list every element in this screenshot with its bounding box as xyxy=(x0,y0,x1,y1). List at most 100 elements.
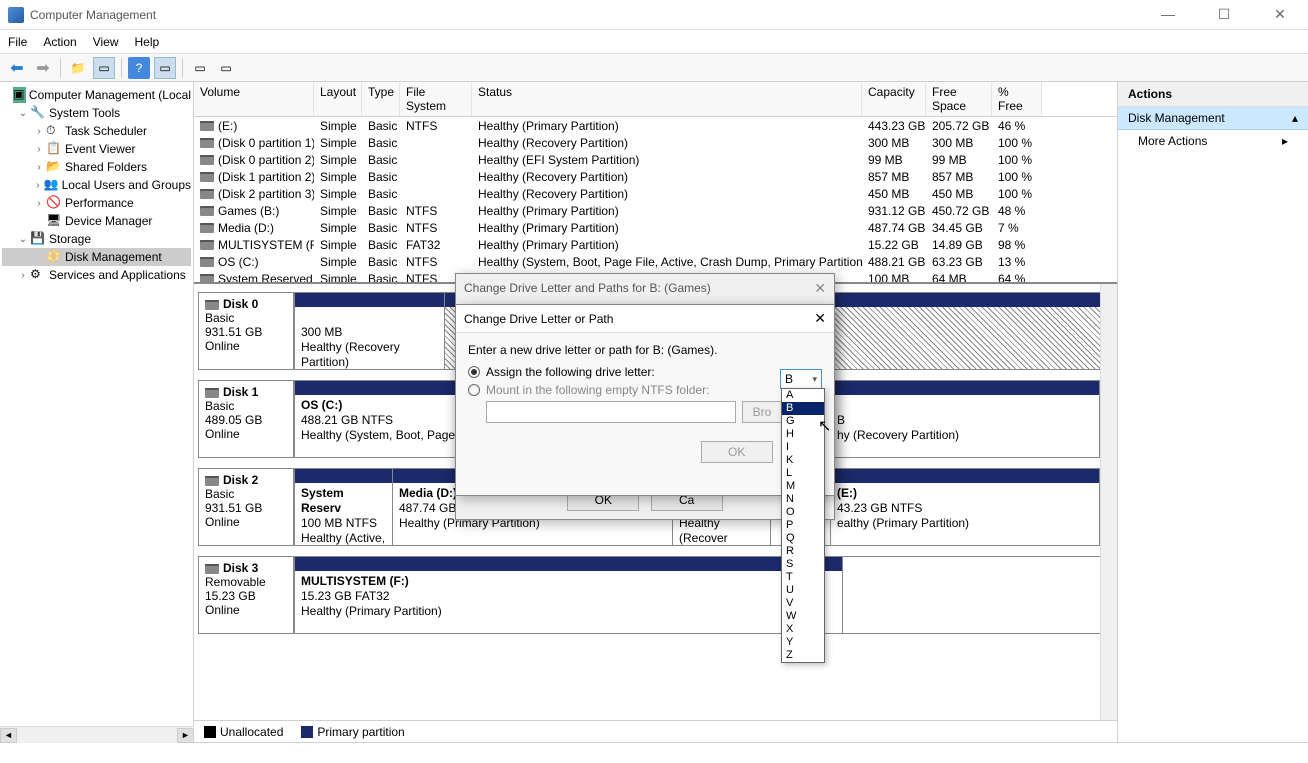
disk-bar[interactable]: MULTISYSTEM (F:)15.23 GB FAT32Healthy (P… xyxy=(294,556,1101,634)
dialog1-title: Change Drive Letter and Paths for B: (Ga… xyxy=(456,274,834,302)
actions-more[interactable]: More Actions▸ xyxy=(1118,130,1308,152)
col-status[interactable]: Status xyxy=(472,82,862,116)
actions-disk-management[interactable]: Disk Management▴ xyxy=(1118,107,1308,130)
disk-segment[interactable]: 300 MBHealthy (Recovery Partition) xyxy=(295,293,445,369)
drive-letter-combo[interactable]: B ▾ xyxy=(780,369,822,389)
up-button[interactable]: 📁 xyxy=(67,57,89,79)
toolbar-icon-3[interactable]: ▭ xyxy=(189,57,211,79)
tree-task-scheduler[interactable]: ›⏱Task Scheduler xyxy=(2,122,191,140)
volume-row[interactable]: (Disk 2 partition 3)SimpleBasicHealthy (… xyxy=(194,185,1117,202)
col-capacity[interactable]: Capacity xyxy=(862,82,926,116)
drive-letter-option[interactable]: U xyxy=(782,584,824,597)
volume-row[interactable]: Media (D:)SimpleBasicNTFSHealthy (Primar… xyxy=(194,219,1117,236)
disk-segment[interactable]: (E:)43.23 GB NTFSealthy (Primary Partiti… xyxy=(830,469,1100,545)
col-layout[interactable]: Layout xyxy=(314,82,362,116)
tree-device-manager[interactable]: 🖥Device Manager xyxy=(2,212,191,230)
volume-row[interactable]: OS (C:)SimpleBasicNTFSHealthy (System, B… xyxy=(194,253,1117,270)
drive-letter-option[interactable]: Q xyxy=(782,532,824,545)
menu-view[interactable]: View xyxy=(93,35,119,49)
drive-letter-option[interactable]: V xyxy=(782,597,824,610)
col-freespace[interactable]: Free Space xyxy=(926,82,992,116)
browse-button[interactable]: Bro xyxy=(742,401,782,423)
drive-letter-option[interactable]: M xyxy=(782,480,824,493)
statusbar xyxy=(0,742,1308,762)
radio-mount-icon[interactable] xyxy=(468,384,480,396)
toolbar-icon-2[interactable]: ▭ xyxy=(154,57,176,79)
col-pctfree[interactable]: % Free xyxy=(992,82,1042,116)
tree-disk-management[interactable]: 📀Disk Management xyxy=(2,248,191,266)
back-button[interactable]: ⬅ xyxy=(6,57,28,79)
volume-table[interactable]: Volume Layout Type File System Status Ca… xyxy=(194,82,1117,282)
disk-segment[interactable]: Bhy (Recovery Partition) xyxy=(830,381,1100,457)
drive-letter-option[interactable]: Y xyxy=(782,636,824,649)
menu-help[interactable]: Help xyxy=(135,35,160,49)
drive-letter-option[interactable]: T xyxy=(782,571,824,584)
dialog2-close-icon[interactable]: ✕ xyxy=(814,310,826,327)
disk-label[interactable]: Disk 2Basic931.51 GBOnline xyxy=(198,468,294,546)
tree-shared-folders[interactable]: ›📂Shared Folders xyxy=(2,158,191,176)
tree-system-tools[interactable]: ⌄🔧System Tools xyxy=(2,104,191,122)
dialog2-title[interactable]: Change Drive Letter or Path ✕ xyxy=(456,305,834,333)
volume-row[interactable]: (Disk 0 partition 1)SimpleBasicHealthy (… xyxy=(194,134,1117,151)
radio-mount-folder[interactable]: Mount in the following empty NTFS folder… xyxy=(468,383,822,397)
forward-button[interactable]: ➡ xyxy=(32,57,54,79)
drive-letter-dropdown[interactable]: ABGHIKLMNOPQRSTUVWXYZ xyxy=(781,388,825,663)
tree-event-viewer[interactable]: ›📋Event Viewer xyxy=(2,140,191,158)
drive-letter-option[interactable]: H xyxy=(782,428,824,441)
col-filesystem[interactable]: File System xyxy=(400,82,472,116)
drive-letter-option[interactable]: B xyxy=(782,402,824,415)
disk-label[interactable]: Disk 0Basic931.51 GBOnline xyxy=(198,292,294,370)
scroll-right-button[interactable]: ► xyxy=(177,728,194,743)
col-type[interactable]: Type xyxy=(362,82,400,116)
col-volume[interactable]: Volume xyxy=(194,82,314,116)
drive-letter-option[interactable]: N xyxy=(782,493,824,506)
vertical-scrollbar[interactable] xyxy=(1100,284,1117,720)
disk-row[interactable]: Disk 3Removable15.23 GBOnlineMULTISYSTEM… xyxy=(198,556,1101,634)
disk-segment[interactable]: System Reserv100 MB NTFSHealthy (Active, xyxy=(295,469,393,545)
dialog2-ok-button[interactable]: OK xyxy=(701,441,773,463)
tree-hscroll[interactable]: ◄ ► xyxy=(0,726,194,743)
nav-tree[interactable]: ▣Computer Management (Local ⌄🔧System Too… xyxy=(0,82,194,742)
radio-assign-letter[interactable]: Assign the following drive letter: xyxy=(468,365,822,379)
drive-letter-option[interactable]: O xyxy=(782,506,824,519)
drive-letter-option[interactable]: X xyxy=(782,623,824,636)
disk-label[interactable]: Disk 3Removable15.23 GBOnline xyxy=(198,556,294,634)
drive-letter-option[interactable]: Z xyxy=(782,649,824,662)
tree-root[interactable]: ▣Computer Management (Local xyxy=(2,86,191,104)
scroll-left-button[interactable]: ◄ xyxy=(0,728,17,743)
drive-letter-option[interactable]: S xyxy=(782,558,824,571)
drive-letter-option[interactable]: I xyxy=(782,441,824,454)
volume-row[interactable]: (E:)SimpleBasicNTFSHealthy (Primary Part… xyxy=(194,117,1117,134)
radio-assign-icon[interactable] xyxy=(468,366,480,378)
tree-storage[interactable]: ⌄💾Storage xyxy=(2,230,191,248)
volume-row[interactable]: (Disk 0 partition 2)SimpleBasicHealthy (… xyxy=(194,151,1117,168)
drive-letter-option[interactable]: L xyxy=(782,467,824,480)
drive-letter-option[interactable]: K xyxy=(782,454,824,467)
tree-services[interactable]: ›⚙Services and Applications xyxy=(2,266,191,284)
tree-local-users[interactable]: ›👥Local Users and Groups xyxy=(2,176,191,194)
menu-file[interactable]: File xyxy=(8,35,27,49)
maximize-button[interactable]: ☐ xyxy=(1204,6,1244,23)
volume-row[interactable]: MULTISYSTEM (F:)SimpleBasicFAT32Healthy … xyxy=(194,236,1117,253)
disk-segment[interactable]: MULTISYSTEM (F:)15.23 GB FAT32Healthy (P… xyxy=(295,557,843,633)
drive-letter-option[interactable]: R xyxy=(782,545,824,558)
minimize-button[interactable]: — xyxy=(1148,6,1188,23)
drive-letter-option[interactable]: W xyxy=(782,610,824,623)
volume-row[interactable]: Games (B:)SimpleBasicNTFSHealthy (Primar… xyxy=(194,202,1117,219)
drive-letter-option[interactable]: G xyxy=(782,415,824,428)
legend: Unallocated Primary partition xyxy=(194,720,1117,742)
disk-label[interactable]: Disk 1Basic489.05 GBOnline xyxy=(198,380,294,458)
volume-row[interactable]: (Disk 1 partition 2)SimpleBasicHealthy (… xyxy=(194,168,1117,185)
dialog1-close-icon[interactable]: ✕ xyxy=(814,280,826,297)
toolbar-icon-4[interactable]: ▭ xyxy=(215,57,237,79)
drive-letter-option[interactable]: A xyxy=(782,389,824,402)
close-button[interactable]: ✕ xyxy=(1260,6,1300,23)
drive-letter-option[interactable]: P xyxy=(782,519,824,532)
mount-path-input[interactable] xyxy=(486,401,736,423)
help-button[interactable]: ? xyxy=(128,57,150,79)
volume-header[interactable]: Volume Layout Type File System Status Ca… xyxy=(194,82,1117,117)
dialog-change-letter: Change Drive Letter or Path ✕ Enter a ne… xyxy=(455,304,835,496)
menu-action[interactable]: Action xyxy=(43,35,76,49)
toolbar-icon-1[interactable]: ▭ xyxy=(93,57,115,79)
tree-performance[interactable]: ›🚫Performance xyxy=(2,194,191,212)
